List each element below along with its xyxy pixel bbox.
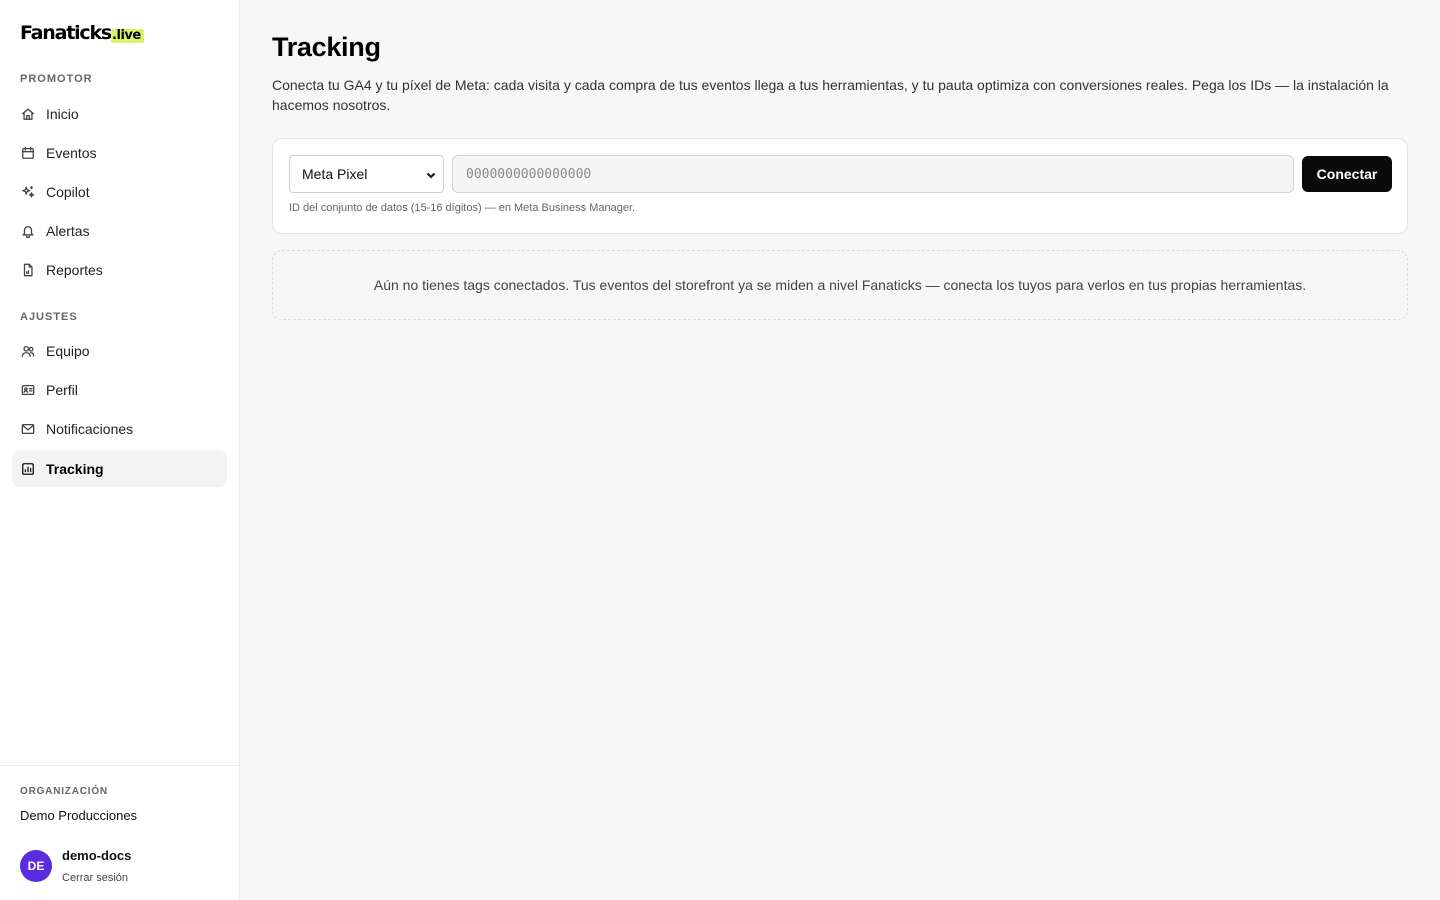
section-label-ajustes: AJUSTES — [20, 311, 78, 323]
logout-link[interactable]: Cerrar sesión — [62, 872, 128, 884]
sidebar-item-alertas[interactable]: Alertas — [12, 212, 227, 249]
chart-icon — [20, 461, 36, 477]
tag-id-hint: ID del conjunto de datos (15-16 dígitos)… — [289, 202, 636, 214]
bell-icon — [20, 223, 36, 239]
sidebar-item-perfil[interactable]: Perfil — [12, 371, 227, 408]
tag-id-input[interactable] — [452, 155, 1294, 193]
sidebar-item-reportes[interactable]: Reportes — [12, 251, 227, 288]
sidebar-item-inicio[interactable]: Inicio — [12, 95, 227, 132]
report-icon — [20, 262, 36, 278]
sidebar: Fanaticks .live PROMOTOR Inicio Eventos C… — [0, 0, 240, 900]
brand-logo[interactable]: Fanaticks .live — [20, 22, 144, 46]
sidebar-item-label: Notificaciones — [46, 420, 134, 437]
sidebar-item-eventos[interactable]: Eventos — [12, 134, 227, 171]
org-label: ORGANIZACIÓN — [20, 786, 108, 797]
sidebar-item-label: Eventos — [46, 144, 97, 161]
chevron-down-icon — [425, 168, 437, 180]
users-icon — [20, 343, 36, 359]
sparkles-icon — [20, 184, 36, 200]
connect-button[interactable]: Conectar — [1302, 156, 1392, 192]
empty-state-text: Aún no tienes tags conectados. Tus event… — [373, 277, 1307, 293]
connect-tag-card: Meta Pixel Conectar ID del conjunto de d… — [272, 138, 1408, 234]
sidebar-item-label: Inicio — [46, 105, 79, 122]
calendar-icon — [20, 145, 36, 161]
empty-state: Aún no tienes tags conectados. Tus event… — [272, 250, 1408, 320]
page-description: Conecta tu GA4 y tu píxel de Meta: cada … — [272, 77, 1389, 113]
org-name[interactable]: Demo Producciones — [20, 808, 137, 823]
tag-type-selected: Meta Pixel — [302, 166, 368, 182]
avatar: DE — [20, 850, 52, 882]
mail-icon — [20, 421, 36, 437]
user-name: demo-docs — [62, 848, 132, 863]
sidebar-item-notificaciones[interactable]: Notificaciones — [12, 410, 227, 447]
sidebar-item-tracking[interactable]: Tracking — [12, 450, 227, 487]
id-card-icon — [20, 382, 36, 398]
page-title: Tracking — [272, 32, 381, 62]
section-label-promotor: PROMOTOR — [20, 73, 93, 85]
sidebar-item-label: Alertas — [46, 222, 90, 239]
sidebar-item-label: Equipo — [46, 342, 90, 359]
tag-type-select[interactable]: Meta Pixel — [289, 155, 444, 193]
sidebar-item-copilot[interactable]: Copilot — [12, 173, 227, 210]
brand-name: Fanaticks — [20, 22, 112, 44]
sidebar-item-label: Perfil — [46, 381, 78, 398]
sidebar-item-label: Tracking — [46, 460, 104, 477]
sidebar-item-equipo[interactable]: Equipo — [12, 332, 227, 369]
home-icon — [20, 106, 36, 122]
sidebar-item-label: Reportes — [46, 261, 103, 278]
brand-suffix: .live — [111, 29, 144, 43]
sidebar-item-label: Copilot — [46, 183, 90, 200]
sidebar-footer: ORGANIZACIÓN Demo Producciones DE demo-d… — [0, 765, 240, 900]
